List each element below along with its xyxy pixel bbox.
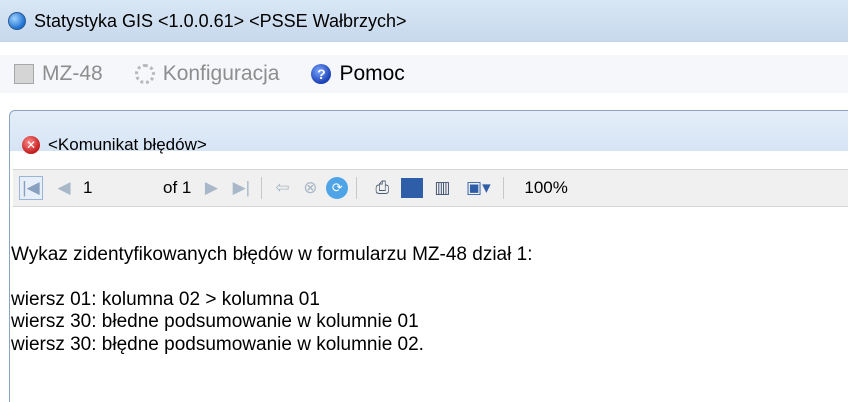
report-heading: Wykaz zidentyfikowanych błędów w formula…: [11, 244, 533, 265]
menu-item-mz48[interactable]: MZ-48: [14, 62, 103, 86]
menu-item-pomoc[interactable]: ? Pomoc: [311, 62, 405, 86]
page-number-input[interactable]: 1: [83, 178, 137, 198]
error-icon: ✕: [22, 136, 40, 154]
zoom-select[interactable]: 100%: [524, 178, 567, 198]
menu-item-label: MZ-48: [42, 62, 103, 85]
toolbar-separator: [356, 177, 358, 199]
menu-item-label: Pomoc: [339, 62, 405, 85]
title-bar[interactable]: Statystyka GIS <1.0.0.61> <PSSE Wałbrzyc…: [0, 0, 848, 42]
last-page-icon[interactable]: ▶|: [229, 176, 253, 200]
page-total: of 1: [163, 178, 192, 197]
error-line: wiersz 01: kolumna 02 > kolumna 01: [11, 288, 320, 310]
menu-item-konfiguracja[interactable]: Konfiguracja: [134, 62, 280, 86]
toolbar-separator: [503, 177, 505, 199]
error-line: wiersz 30: błędne podsumowanie w kolumni…: [11, 333, 424, 355]
toolbar-separator: [261, 177, 263, 199]
report-header: ✕ <Komunikat błędów>: [22, 133, 207, 157]
document-icon: [14, 64, 34, 84]
previous-page-icon[interactable]: ◀: [51, 176, 77, 200]
menu-bar: MZ-48 Konfiguracja ? Pomoc: [0, 55, 848, 93]
gear-icon: [134, 64, 155, 84]
page-setup-icon[interactable]: ▥: [429, 176, 455, 200]
report-toolbar: |◀ ◀ 1 of 1 ▶ ▶| ⇦ ⊗ ⟳ ⎙ ▥ ▣▾ 100%: [13, 169, 848, 207]
stop-icon[interactable]: ⊗: [298, 176, 322, 200]
print-icon[interactable]: ⎙: [369, 176, 395, 200]
back-icon[interactable]: ⇦: [270, 176, 294, 200]
print-layout-icon[interactable]: [401, 178, 424, 198]
refresh-icon[interactable]: ⟳: [326, 177, 349, 199]
error-line: wiersz 30: błedne podsumowanie w kolumni…: [11, 311, 419, 332]
help-icon: ?: [311, 64, 332, 84]
first-page-icon[interactable]: |◀: [19, 176, 43, 200]
app-icon: [8, 12, 26, 30]
report-content: Wykaz zidentyfikowanych błędów w formula…: [11, 244, 532, 356]
window-title: Statystyka GIS <1.0.0.61> <PSSE Wałbrzyc…: [34, 10, 407, 31]
menu-item-label: Konfiguracja: [162, 62, 280, 85]
report-title: <Komunikat błędów>: [48, 135, 207, 154]
export-icon[interactable]: ▣▾: [461, 176, 495, 200]
next-page-icon[interactable]: ▶: [199, 176, 223, 200]
